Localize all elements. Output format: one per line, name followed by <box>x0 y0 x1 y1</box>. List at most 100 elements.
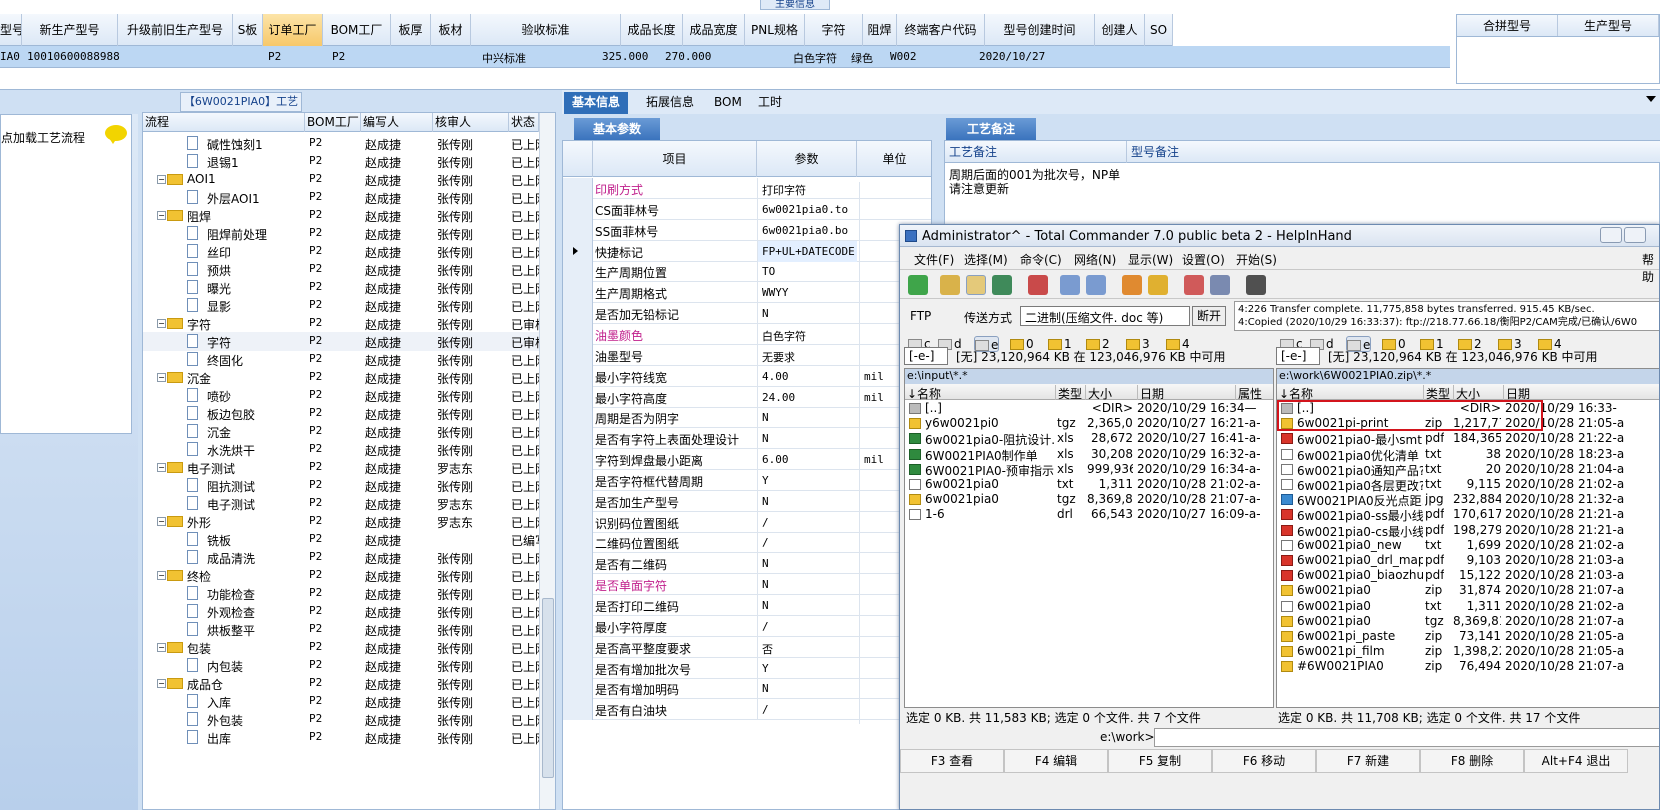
ftp-log[interactable]: 4:226 Transfer complete. 11,775,858 byte… <box>1234 301 1659 331</box>
file-row[interactable]: 6w0021pia0_drl_map pdf 9,103 2020/10/28 21:… <box>1277 553 1659 568</box>
left-path[interactable]: e:\input\*.* <box>905 369 1273 384</box>
menu-command[interactable]: 命令(C) <box>1020 251 1062 268</box>
expand-toggle-icon[interactable]: − <box>157 463 166 472</box>
process-tree-row[interactable]: 电子测试 P2 赵成捷 罗志东 已上网 <box>143 494 539 513</box>
file-row[interactable]: 6w0021pia0-最小smt pdf 184,365 2020/10/28 21:… <box>1277 431 1659 447</box>
file-row[interactable]: 6w0021pia0 txt 1,311 2020/10/28 21:02-a <box>1277 599 1659 614</box>
param-value[interactable]: FP+UL+DATECODE <box>757 240 857 262</box>
param-value[interactable]: N <box>757 407 857 429</box>
menu-start[interactable]: 开始(S) <box>1236 251 1277 268</box>
param-value[interactable]: N <box>757 303 857 325</box>
param-value[interactable]: / <box>757 532 857 554</box>
thumbnail-view-icon[interactable] <box>992 275 1012 295</box>
param-row[interactable]: 最小字符高度 24.00 mil <box>563 386 931 412</box>
process-tree-row[interactable]: 字符 P2 赵成捷 张传刚 已审核 <box>143 332 539 351</box>
maximize-icon[interactable] <box>1624 227 1646 243</box>
file-row[interactable]: 1-6 drl 66,543 2020/10/27 16:09-a- <box>905 507 1273 522</box>
process-tree-row[interactable]: − 包装 P2 赵成捷 张传刚 已上网 <box>143 638 539 657</box>
process-tree-row[interactable]: 阻焊前处理 P2 赵成捷 张传刚 已上网 <box>143 224 539 243</box>
file-row[interactable]: 6w0021pia0 zip 31,874 2020/10/28 21:07-a <box>1277 583 1659 598</box>
tab-extended-info[interactable]: 拓展信息 <box>638 92 702 114</box>
process-tree-scrollbar[interactable] <box>539 113 555 809</box>
right-col-date[interactable]: 日期 <box>1503 385 1530 401</box>
disconnect-button[interactable]: 断开 <box>1192 306 1226 326</box>
expand-toggle-icon[interactable]: − <box>157 679 166 688</box>
process-tree-row[interactable]: 预烘 P2 赵成捷 张传刚 已上网 <box>143 260 539 279</box>
param-value[interactable]: 4.00 <box>757 365 857 387</box>
left-col-size[interactable]: 大小 <box>1085 385 1112 401</box>
left-col-date[interactable]: 日期 <box>1137 385 1164 401</box>
f6-move-button[interactable]: F6 移动 <box>1212 749 1316 773</box>
model-col-header[interactable]: 创建人 <box>1095 14 1145 46</box>
brief-view-icon[interactable] <box>940 275 960 295</box>
file-row[interactable]: 6w0021pia0 tgz 8,369,813 2020/10/28 21:07-a… <box>905 492 1273 507</box>
file-row[interactable]: 6w0021pia0-ss最小线?..pdf170,6172020/10/28 … <box>1277 507 1659 523</box>
load-process-label[interactable]: 点加载工艺流程 <box>1 129 85 146</box>
expand-toggle-icon[interactable]: − <box>157 175 166 184</box>
process-tree-row[interactable]: − 电子测试 P2 赵成捷 罗志东 已上网 <box>143 458 539 477</box>
param-value[interactable]: 6w0021pia0.bo <box>757 219 857 241</box>
param-value[interactable]: N <box>757 678 857 700</box>
model-col-header[interactable]: 字符 <box>805 14 863 46</box>
tab-basic-info[interactable]: 基本信息 <box>564 92 629 114</box>
process-tree-row[interactable]: − 沉金 P2 赵成捷 张传刚 已上网 <box>143 368 539 387</box>
param-row[interactable]: 油墨颜色 白色字符 <box>563 323 931 349</box>
param-value[interactable]: / <box>757 699 857 721</box>
process-tree-row[interactable]: 喷砂 P2 赵成捷 张传刚 已上网 <box>143 386 539 405</box>
right-drive-select[interactable]: [-e-] <box>1276 347 1320 365</box>
file-row[interactable]: 6w0021pi_paste zip 73,141 2020/10/28 21:05-… <box>1277 629 1659 644</box>
param-row[interactable]: 是否打印二维码 N <box>563 595 931 620</box>
process-tree-row[interactable]: − 成品仓 P2 赵成捷 张传刚 已上网 <box>143 674 539 693</box>
tc-titlebar[interactable]: Administrator^ - Total Commander 7.0 pub… <box>900 225 1659 247</box>
param-row[interactable]: 识别码位置图纸 / <box>563 511 931 537</box>
process-tree-row[interactable]: − AOI1 P2 赵成捷 张传刚 已上网 <box>143 170 539 189</box>
expand-toggle-icon[interactable]: − <box>157 319 166 328</box>
param-row[interactable]: 是否有增加批次号 Y <box>563 657 931 683</box>
param-row[interactable]: 是否有字符上表面处理设计 N <box>563 428 931 454</box>
file-row[interactable]: 6w0021pi_film zip 1,398,220 2020/10/28 21:0… <box>1277 644 1659 659</box>
full-view-icon[interactable] <box>966 275 986 295</box>
model-col-header[interactable]: 板厚 <box>391 14 431 46</box>
param-row[interactable]: 是否加无铅标记 N <box>563 303 931 329</box>
process-tree-row[interactable]: 丝印 P2 赵成捷 张传刚 已上网 <box>143 242 539 261</box>
model-col-header[interactable]: 验收标准 <box>471 14 621 46</box>
basic-params-grid[interactable]: 项目 参数 单位 印刷方式 打印字符 CS面菲林号 6w0021pia0.to SS面菲… <box>562 140 932 810</box>
process-tree-row[interactable]: − 字符 P2 赵成捷 张传刚 已审核 <box>143 314 539 333</box>
file-row[interactable]: 6w0021pia0-阻抗设计... xls 28,672 2020/10/27 16… <box>905 431 1273 447</box>
param-row[interactable]: 是否有二维码 N <box>563 553 931 579</box>
expand-toggle-icon[interactable]: − <box>157 517 166 526</box>
param-value[interactable]: N <box>757 595 857 616</box>
file-row[interactable]: 6w0021pia0各层更改?.. txt 9,115 2020/10/28 21:0… <box>1277 477 1659 493</box>
process-tree-row[interactable]: 入库 P2 赵成捷 张传刚 已上网 <box>143 692 539 711</box>
param-row[interactable]: 是否高平整度要求 否 <box>563 636 931 662</box>
file-row[interactable]: 6w0021pia0_biaozhu pdf 15,122 2020/10/28 21… <box>1277 568 1659 583</box>
param-row[interactable]: 最小字符线宽 4.00 mil <box>563 365 931 391</box>
file-row[interactable]: 6w0021pia0优化清单 txt 38 2020/10/28 18:23-a <box>1277 447 1659 463</box>
param-row[interactable]: 快捷标记 FP+UL+DATECODE <box>563 240 931 266</box>
expand-toggle-icon[interactable]: − <box>157 373 166 382</box>
model-col-header[interactable]: 板材 <box>431 14 471 46</box>
left-file-panel[interactable]: e:\input\*.* ↓名称 类型 大小 日期 属性 [..] <DIR> 20… <box>904 368 1274 708</box>
right-col-name[interactable]: ↓名称 <box>1277 385 1313 401</box>
process-tree-panel[interactable]: 流程 BOM工厂 编写人 核审人 状态 碱性蚀刻1P2赵成捷张传刚已上网退锡1P… <box>142 112 556 810</box>
param-value[interactable]: TO <box>757 261 857 283</box>
load-process-box[interactable]: 点加载工艺流程 <box>0 114 132 434</box>
param-row[interactable]: SS面菲林号 6w0021pia0.bo <box>563 219 931 245</box>
param-value[interactable]: N <box>757 428 857 450</box>
param-value[interactable]: N <box>757 574 857 596</box>
menu-network[interactable]: 网络(N) <box>1074 251 1116 268</box>
param-value[interactable]: 打印字符 <box>757 178 857 199</box>
transfer-mode-select[interactable]: 二进制(压缩文件. doc 等) <box>1020 306 1190 326</box>
file-row[interactable]: 6w0021pia0 tgz 8,369,813 2020/10/28 21:07-a <box>1277 614 1659 629</box>
col-status[interactable]: 状态 <box>509 113 539 132</box>
process-tree-row[interactable]: − 阻焊 P2 赵成捷 张传刚 已上网 <box>143 206 539 225</box>
process-tree-row[interactable]: 碱性蚀刻1 P2 赵成捷 张传刚 已上网 <box>143 134 539 153</box>
forward-icon[interactable] <box>1086 275 1106 295</box>
total-commander-window[interactable]: Administrator^ - Total Commander 7.0 pub… <box>899 224 1660 810</box>
param-value[interactable]: / <box>757 511 857 533</box>
param-row[interactable]: CS面菲林号 6w0021pia0.to <box>563 198 931 224</box>
file-row[interactable]: #6W0021PIA0 zip 76,494 2020/10/28 21:07-a <box>1277 659 1659 674</box>
process-tree-row[interactable]: 沉金 P2 赵成捷 张传刚 已上网 <box>143 422 539 441</box>
model-col-header[interactable]: 阻焊 <box>863 14 897 46</box>
right-col-type[interactable]: 类型 <box>1423 385 1450 401</box>
